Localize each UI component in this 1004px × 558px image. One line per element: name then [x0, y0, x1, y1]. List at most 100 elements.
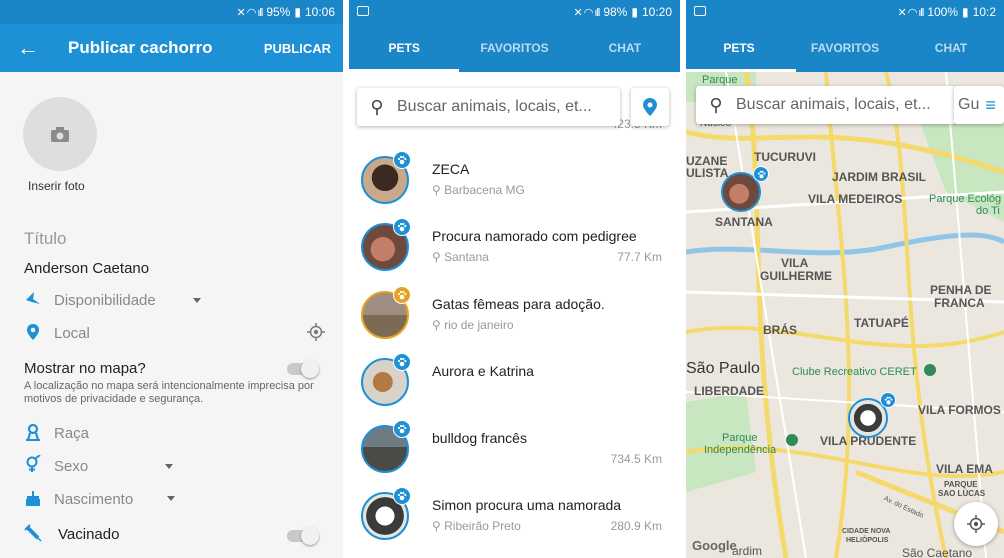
google-logo: Google: [692, 538, 737, 553]
signal-icon: ✕ ◠ ıll: [897, 6, 924, 19]
publish-dog-screen: ✕ ◠ ıll 95% ▮ 10:06 ← Publicar cachorro …: [0, 0, 343, 558]
list-item[interactable]: Procura namorado com pedigree ⚲ Santana …: [349, 214, 680, 280]
active-tab-indicator: [686, 69, 796, 72]
show-on-map-toggle[interactable]: [287, 360, 319, 378]
map-pin-button[interactable]: [631, 88, 669, 126]
map-label: VILA FORMOS: [918, 403, 1001, 417]
tab-favorites[interactable]: FAVORITOS: [459, 24, 569, 72]
paw-badge-icon: [393, 218, 411, 236]
list-item[interactable]: ZECA ⚲ Barbacena MG: [349, 147, 680, 213]
paw-badge-icon: [880, 392, 896, 408]
map-label: Gu: [958, 96, 980, 113]
paw-badge-icon: [393, 487, 411, 505]
kite-icon: [26, 292, 40, 304]
app-bar: ← Publicar cachorro PUBLICAR: [0, 24, 343, 72]
pin-icon: ⚲: [432, 519, 445, 533]
syringe-icon: [24, 524, 42, 542]
pin-icon: ⚲: [432, 318, 445, 332]
tab-favorites[interactable]: FAVORITOS: [792, 24, 898, 72]
location-input[interactable]: Local: [54, 325, 90, 342]
search-icon: ⚲: [709, 94, 723, 115]
map-label: GUILHERME: [760, 269, 832, 283]
item-location: ⚲ rio de janeiro: [432, 318, 514, 332]
location-pin-icon: [643, 98, 657, 116]
map-label: São Caetano: [902, 546, 973, 558]
gps-target-icon[interactable]: [307, 323, 325, 341]
map-label: VILA MEDEIROS: [808, 192, 903, 206]
map-label: VILA: [781, 256, 809, 270]
map-label: TUCURUVI: [754, 150, 816, 164]
map-label: FRANCA: [934, 296, 985, 310]
item-title: Simon procura uma namorada: [432, 497, 622, 513]
list-item[interactable]: Gatas fêmeas para adoção. ⚲ rio de janei…: [349, 282, 680, 348]
park-pin-icon: [924, 364, 936, 376]
battery-icon: ▮: [962, 5, 969, 19]
map-label: HELIÓPOLIS: [846, 537, 889, 544]
chevron-down-icon: [165, 464, 173, 469]
menu-icon[interactable]: ≡: [985, 95, 996, 116]
map-label: LIBERDADE: [694, 384, 765, 398]
search-input[interactable]: Buscar animais, locais, et...: [397, 98, 592, 116]
tab-chat[interactable]: CHAT: [898, 24, 1004, 72]
paw-badge-icon: [753, 166, 769, 182]
map-label: Independência: [704, 444, 777, 456]
back-arrow-icon[interactable]: ←: [0, 35, 56, 61]
vaccinated-label: Vacinado: [58, 526, 120, 543]
signal-icon: ✕ ◠ ıll: [236, 6, 263, 19]
tab-chat[interactable]: CHAT: [570, 24, 680, 72]
search-input[interactable]: Buscar animais, locais, et...: [736, 96, 931, 114]
sex-select[interactable]: Sexo: [54, 458, 88, 475]
clock: 10:06: [304, 5, 335, 19]
map-label: ULISTA: [686, 166, 729, 180]
item-title: bulldog francês: [432, 430, 527, 446]
map-label: Clube Recreativo CERET: [792, 366, 917, 378]
map-label: Parque: [702, 74, 738, 86]
gallery-icon: [694, 6, 706, 16]
list-item[interactable]: bulldog francês 734.5 Km: [349, 416, 680, 482]
tab-pets[interactable]: PETS: [349, 24, 459, 72]
paw-badge-icon: [393, 420, 411, 438]
page-title: Publicar cachorro: [68, 38, 213, 57]
location-pin-icon: [27, 324, 39, 340]
paw-badge-icon: [393, 353, 411, 371]
map-label: SANTANA: [715, 215, 773, 229]
item-location: ⚲ Ribeirão Preto: [432, 519, 521, 533]
battery-icon: ▮: [631, 5, 638, 19]
tab-bar: PETS FAVORITOS CHAT: [686, 24, 1004, 72]
list-item[interactable]: Aurora e Katrina: [349, 349, 680, 415]
tab-pets[interactable]: PETS: [686, 24, 792, 72]
item-location: ⚲ Santana: [432, 250, 489, 264]
insert-photo-button[interactable]: [23, 97, 97, 171]
publish-button[interactable]: PUBLICAR: [264, 41, 343, 56]
search-bar[interactable]: ⚲ Buscar animais, locais, et...: [357, 88, 620, 126]
availability-select[interactable]: Disponibilidade: [54, 292, 156, 309]
pin-icon: ⚲: [432, 250, 445, 264]
clock: 10:2: [972, 5, 996, 19]
item-title: Aurora e Katrina: [432, 363, 534, 379]
list-item[interactable]: Simon procura uma namorada ⚲ Ribeirão Pr…: [349, 483, 680, 549]
vaccinated-toggle[interactable]: [287, 527, 319, 545]
map-search-extension[interactable]: Gu ≡: [954, 86, 1004, 124]
my-location-button[interactable]: [954, 502, 998, 546]
gps-target-icon: [967, 515, 985, 533]
birth-select[interactable]: Nascimento: [54, 491, 133, 508]
item-title: Procura namorado com pedigree: [432, 228, 637, 244]
map-label: TATUAPÉ: [854, 316, 909, 330]
status-bar: ✕ ◠ ıll 98% ▮ 10:20: [349, 0, 680, 24]
map-label: Parque: [722, 432, 758, 444]
camera-icon: [51, 126, 69, 142]
search-bar[interactable]: ⚲ Buscar animais, locais, et...: [696, 86, 956, 124]
item-title: Gatas fêmeas para adoção.: [432, 296, 605, 312]
title-input[interactable]: Anderson Caetano: [24, 260, 149, 277]
item-title: ZECA: [432, 161, 470, 177]
signal-icon: ✕ ◠ ıll: [573, 6, 600, 19]
gender-icon: [26, 455, 41, 472]
map-label: do Ti: [976, 205, 1000, 217]
map-privacy-note: A localização no mapa será intencionalme…: [24, 380, 314, 405]
battery-level: 95%: [266, 5, 291, 19]
breed-select[interactable]: Raça: [54, 425, 89, 442]
map-label: Parque Ecológ: [929, 193, 1002, 205]
insert-photo-label: Inserir foto: [28, 179, 85, 193]
clock: 10:20: [641, 5, 672, 19]
map-label: CIDADE NOVA: [842, 528, 891, 535]
